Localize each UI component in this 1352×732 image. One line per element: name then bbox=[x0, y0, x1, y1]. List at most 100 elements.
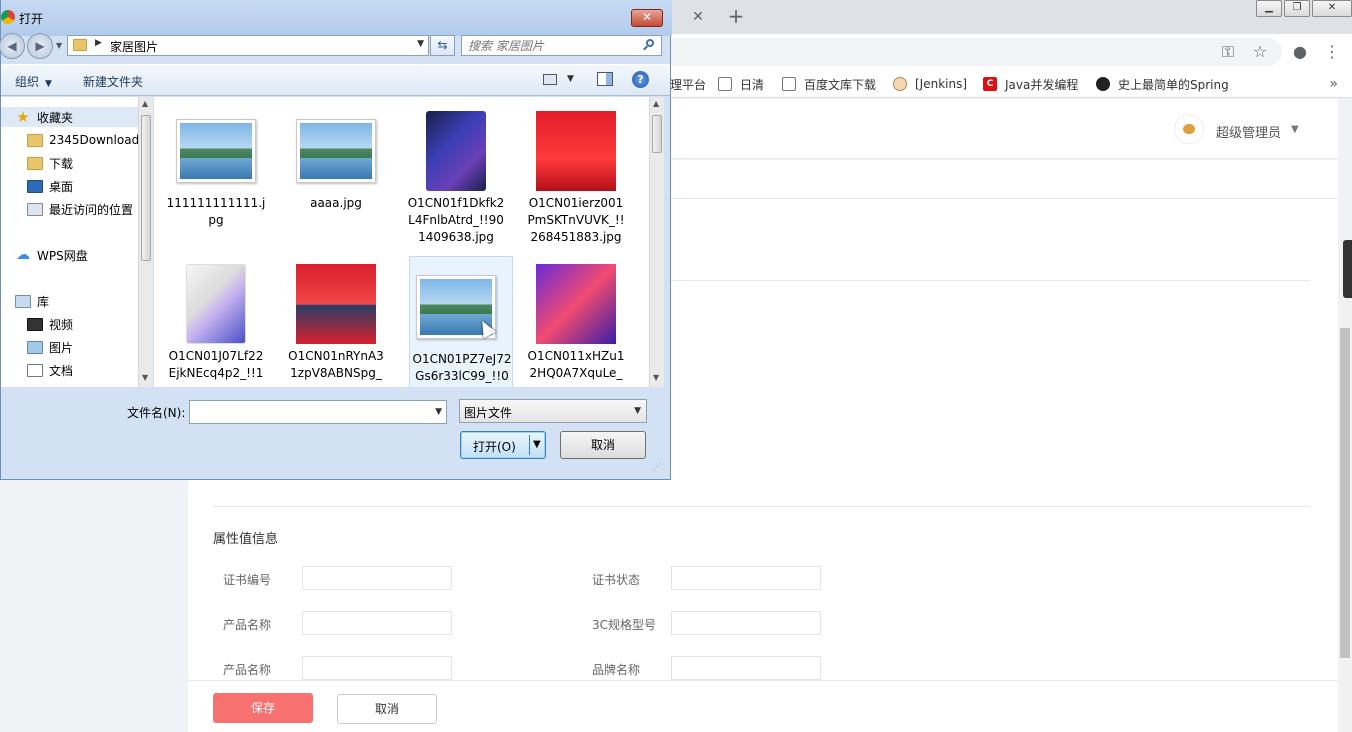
view-mode-icon[interactable] bbox=[543, 74, 557, 85]
bookmark-item[interactable]: 史上最简单的Spring bbox=[1096, 75, 1229, 93]
dialog-cancel-button[interactable]: 取消 bbox=[560, 431, 646, 459]
product-name-input[interactable] bbox=[302, 611, 452, 635]
history-dropdown-icon[interactable]: ▼ bbox=[56, 41, 62, 50]
bookmark-item[interactable]: 日清 bbox=[718, 75, 764, 93]
file-item[interactable]: O1CN01J07Lf22EjkNEcq4p2_!!1 bbox=[164, 254, 268, 387]
file-name: O1CN01PZ7eJ72Gs6r33lC99_!!0 bbox=[412, 352, 512, 383]
file-item[interactable]: O1CN011xHZu12HQ0A7XquLe_ bbox=[524, 254, 628, 387]
file-item-hovered[interactable]: O1CN01PZ7eJ72Gs6r33lC99_!!0 bbox=[409, 256, 513, 387]
file-name: O1CN01nRYnA31zpV8ABNSpg_ bbox=[288, 349, 384, 380]
certificate-number-input[interactable] bbox=[302, 566, 452, 590]
scroll-down-icon[interactable]: ▼ bbox=[142, 373, 148, 382]
restore-icon[interactable]: ❐ bbox=[1284, 0, 1310, 17]
product-name-input-2[interactable] bbox=[302, 656, 452, 680]
page-scrollbar[interactable] bbox=[1338, 240, 1352, 732]
file-scrollbar[interactable]: ▲ ▼ bbox=[649, 97, 664, 387]
nav-item-2345downloads[interactable]: 2345Downloads bbox=[27, 130, 145, 150]
nav-item-pictures[interactable]: 图片 bbox=[27, 337, 73, 357]
scroll-up-icon[interactable]: ▲ bbox=[653, 99, 659, 108]
file-item[interactable]: aaaa.jpg bbox=[284, 101, 388, 253]
download-folder-icon bbox=[27, 156, 43, 170]
bookmark-item[interactable]: 理平台 bbox=[670, 75, 706, 93]
bookmark-item[interactable]: 百度文库下载 bbox=[782, 75, 876, 93]
nav-scrollbar[interactable]: ▲ ▼ bbox=[138, 97, 153, 387]
profile-icon[interactable]: ● bbox=[1290, 42, 1310, 62]
filetype-select[interactable]: 图片文件 ▼ bbox=[459, 399, 647, 423]
file-item[interactable]: O1CN01ierz001PmSKTnVUVK_!!268451883.jpg bbox=[524, 101, 628, 253]
file-item[interactable]: O1CN01nRYnA31zpV8ABNSpg_ bbox=[284, 254, 388, 387]
user-menu-caret-icon[interactable]: ▼ bbox=[1291, 124, 1299, 135]
scroll-up-icon[interactable]: ▲ bbox=[142, 99, 148, 108]
refresh-icon[interactable]: ⇆ bbox=[430, 35, 455, 56]
image-thumbnail bbox=[416, 111, 496, 191]
certificate-status-input[interactable] bbox=[671, 566, 821, 590]
filetype-value: 图片文件 bbox=[464, 406, 513, 420]
address-dropdown-icon[interactable]: ▼ bbox=[417, 39, 424, 49]
save-button[interactable]: 保存 bbox=[213, 693, 313, 723]
file-name: O1CN01f1Dkfk2L4FnlbAtrd_!!901409638.jpg bbox=[407, 196, 505, 244]
brand-name-input[interactable] bbox=[671, 656, 821, 680]
open-dropdown-icon[interactable]: ▼ bbox=[533, 439, 541, 450]
nav-item-favorites[interactable]: ★ 收藏夹 bbox=[15, 107, 73, 127]
omnibox[interactable] bbox=[640, 38, 1282, 66]
search-icon[interactable] bbox=[643, 39, 655, 51]
preview-pane-icon[interactable] bbox=[597, 72, 613, 86]
filename-input[interactable] bbox=[194, 402, 424, 422]
bookmark-star-icon[interactable]: ☆ bbox=[1250, 42, 1270, 62]
pictures-icon bbox=[27, 340, 43, 354]
breadcrumb-arrow-icon[interactable]: ▶ bbox=[95, 38, 102, 48]
nav-item-videos[interactable]: 视频 bbox=[27, 314, 73, 334]
help-icon[interactable]: ? bbox=[632, 71, 649, 88]
scrollbar-thumb[interactable] bbox=[1340, 328, 1350, 658]
file-item[interactable]: O1CN01f1Dkfk2L4FnlbAtrd_!!901409638.jpg bbox=[404, 101, 508, 253]
nav-item-library[interactable]: 库 bbox=[15, 291, 49, 311]
user-name[interactable]: 超级管理员 bbox=[1216, 122, 1281, 141]
window-close-icon[interactable]: ✕ bbox=[1312, 0, 1352, 17]
search-box[interactable] bbox=[461, 35, 662, 56]
scrollbar-thumb[interactable] bbox=[141, 115, 151, 261]
avatar[interactable] bbox=[1174, 114, 1204, 144]
key-icon[interactable]: ⚿ bbox=[1218, 42, 1238, 62]
scrollbar-thumb[interactable] bbox=[652, 115, 662, 153]
bookmark-item[interactable]: C Java并发编程 bbox=[983, 75, 1078, 93]
resize-grip-icon[interactable]: ⋰ bbox=[653, 462, 665, 474]
organize-menu[interactable]: 组织 ▼ bbox=[15, 73, 52, 90]
tab-close-icon[interactable]: ✕ bbox=[688, 7, 708, 27]
section-title: 属性值信息 bbox=[213, 532, 279, 547]
field-label: 证书状态 bbox=[592, 573, 641, 587]
bookmark-item[interactable]: [Jenkins] bbox=[893, 75, 967, 93]
new-folder-button[interactable]: 新建文件夹 bbox=[83, 73, 143, 90]
forward-arrow-icon[interactable]: ▶ bbox=[27, 33, 53, 59]
file-item[interactable]: 111111111111.jpg bbox=[164, 101, 268, 253]
file-name: 111111111111.jpg bbox=[166, 196, 266, 227]
navigation-pane: ★ 收藏夹 2345Downloads 下载 桌面 最近访问的位置 ☁ WPS网盘 … bbox=[1, 97, 153, 387]
page-icon bbox=[782, 77, 796, 91]
nav-item-documents[interactable]: 文档 bbox=[27, 360, 73, 380]
menu-icon[interactable]: ⋮ bbox=[1322, 42, 1342, 62]
spec-model-input[interactable] bbox=[671, 611, 821, 635]
nav-item-wps-cloud[interactable]: ☁ WPS网盘 bbox=[15, 245, 88, 265]
file-open-dialog: 打开 ✕ ◀ ▶ ▼ ▶ 家居图片 ▼ ⇆ 组织▼ 新建文件夹 ▼ ? ★收藏夹… bbox=[0, 0, 672, 480]
star-icon: ★ bbox=[16, 107, 30, 126]
breadcrumb[interactable]: 家居图片 bbox=[110, 38, 158, 55]
side-tab[interactable] bbox=[1343, 240, 1352, 298]
nav-item-recent[interactable]: 最近访问的位置 bbox=[27, 199, 133, 219]
view-dropdown-icon[interactable]: ▼ bbox=[567, 74, 574, 84]
cancel-button[interactable]: 取消 bbox=[337, 694, 437, 724]
open-button[interactable]: 打开(O) ▼ bbox=[460, 431, 546, 459]
new-tab-button[interactable]: + bbox=[726, 5, 746, 27]
image-thumbnail bbox=[536, 264, 616, 344]
dialog-close-button[interactable]: ✕ bbox=[631, 9, 663, 27]
filename-field[interactable]: ▼ bbox=[189, 400, 447, 424]
nav-item-downloads[interactable]: 下载 bbox=[27, 153, 73, 173]
search-input[interactable] bbox=[468, 37, 638, 54]
nav-item-desktop[interactable]: 桌面 bbox=[27, 176, 73, 196]
dialog-titlebar[interactable]: 打开 ✕ bbox=[1, 0, 672, 36]
filename-dropdown-icon[interactable]: ▼ bbox=[435, 407, 442, 417]
address-bar[interactable]: ▶ 家居图片 ▼ bbox=[67, 35, 429, 56]
minimize-icon[interactable]: ▁ bbox=[1256, 0, 1282, 17]
chevron-down-icon: ▼ bbox=[634, 406, 641, 416]
more-bookmarks-icon[interactable]: » bbox=[1329, 76, 1338, 92]
scroll-down-icon[interactable]: ▼ bbox=[653, 373, 659, 382]
back-arrow-icon[interactable]: ◀ bbox=[0, 33, 25, 59]
